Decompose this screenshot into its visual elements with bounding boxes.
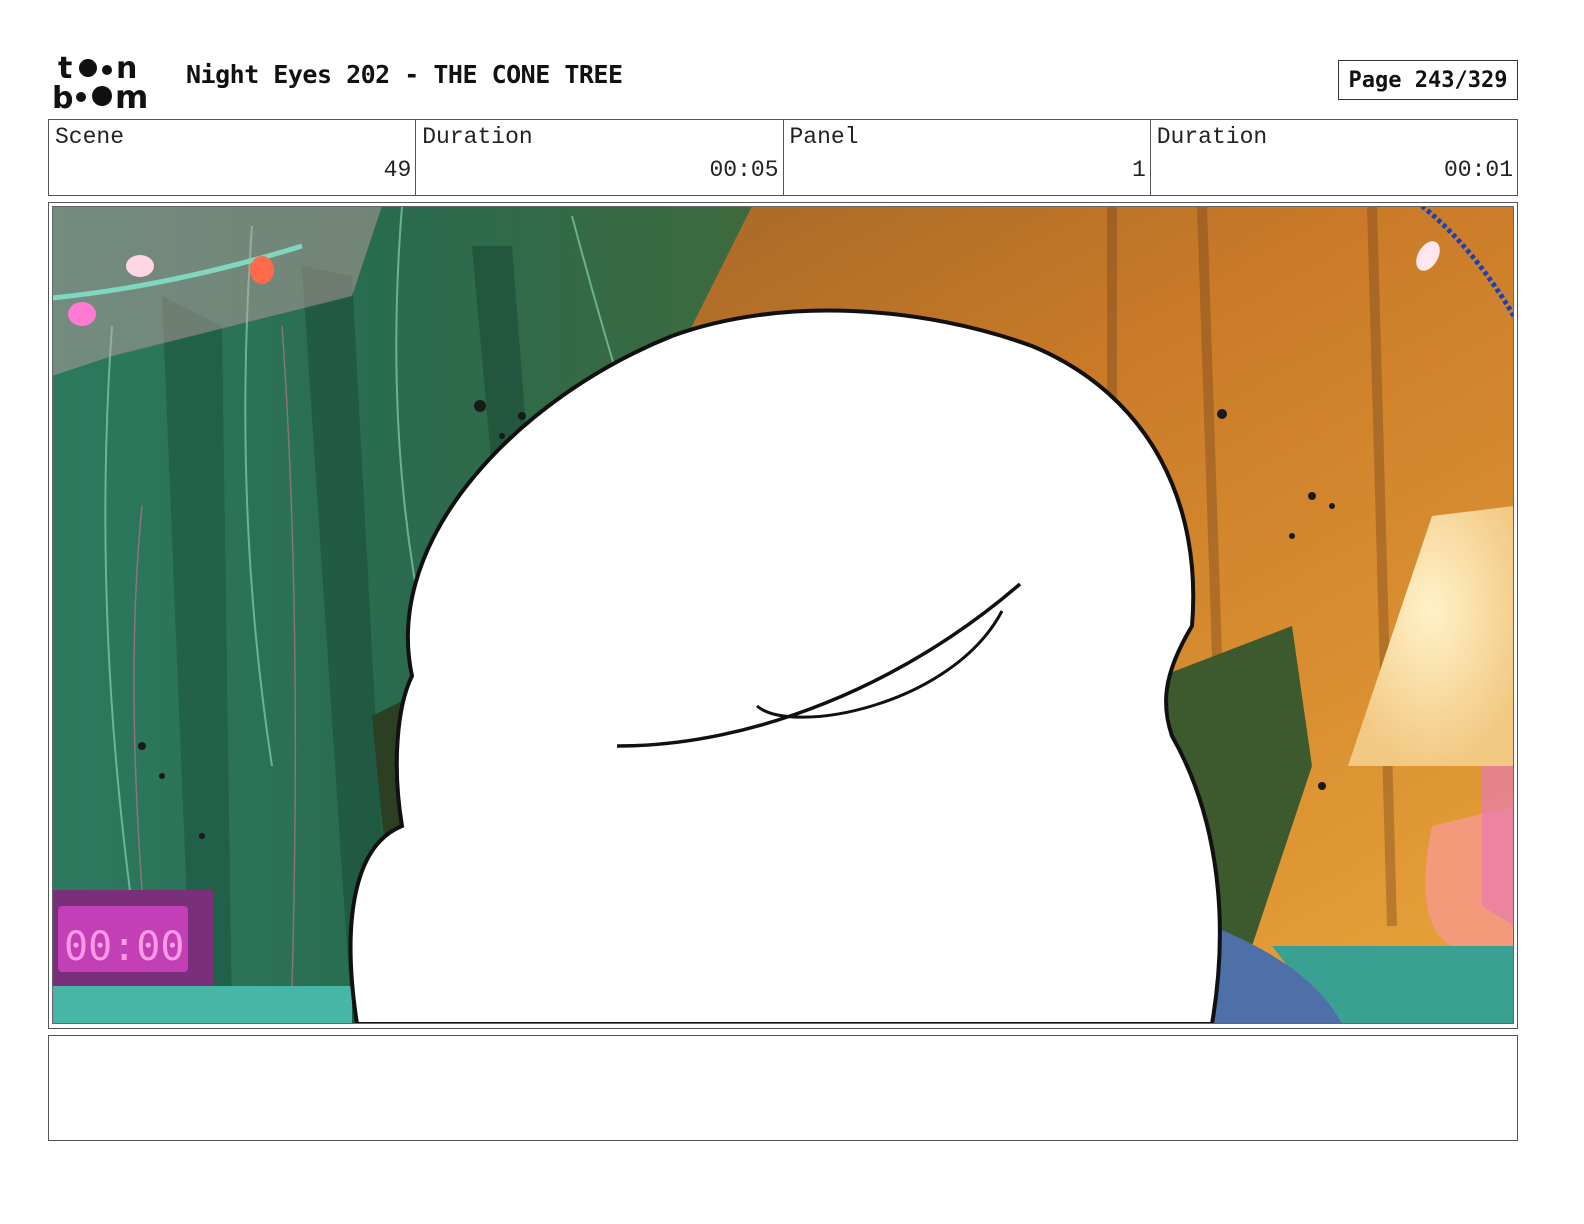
panel-value: 1: [1131, 157, 1146, 183]
panel-cell: Panel 1: [784, 120, 1151, 195]
notes-box: [48, 1035, 1518, 1141]
svg-text:m: m: [115, 78, 148, 112]
panel-duration-value: 00:01: [1443, 157, 1513, 183]
scene-duration-label: Duration: [422, 124, 533, 150]
scene-duration-value: 00:05: [709, 157, 779, 183]
panel-label: Panel: [789, 124, 859, 150]
svg-text:b: b: [52, 81, 73, 112]
clock-display-text: 00:00: [64, 924, 184, 970]
scene-value: 49: [383, 157, 412, 183]
storyboard-panel-image: 00:00: [52, 206, 1514, 1024]
scene-cell: Scene 49: [49, 120, 417, 195]
panel-duration-cell: Duration 00:01: [1151, 120, 1517, 195]
scene-label: Scene: [55, 124, 125, 150]
page-counter: Page 243/329: [1338, 60, 1518, 100]
scene-duration-cell: Duration 00:05: [416, 120, 784, 195]
panel-duration-label: Duration: [1156, 124, 1268, 150]
toon-boom-logo: t n b m: [52, 51, 148, 112]
scene-info-row: Scene 49 Duration 00:05 Panel 1 Duration…: [48, 119, 1518, 196]
document-title: Night Eyes 202 - THE CONE TREE: [186, 60, 623, 89]
